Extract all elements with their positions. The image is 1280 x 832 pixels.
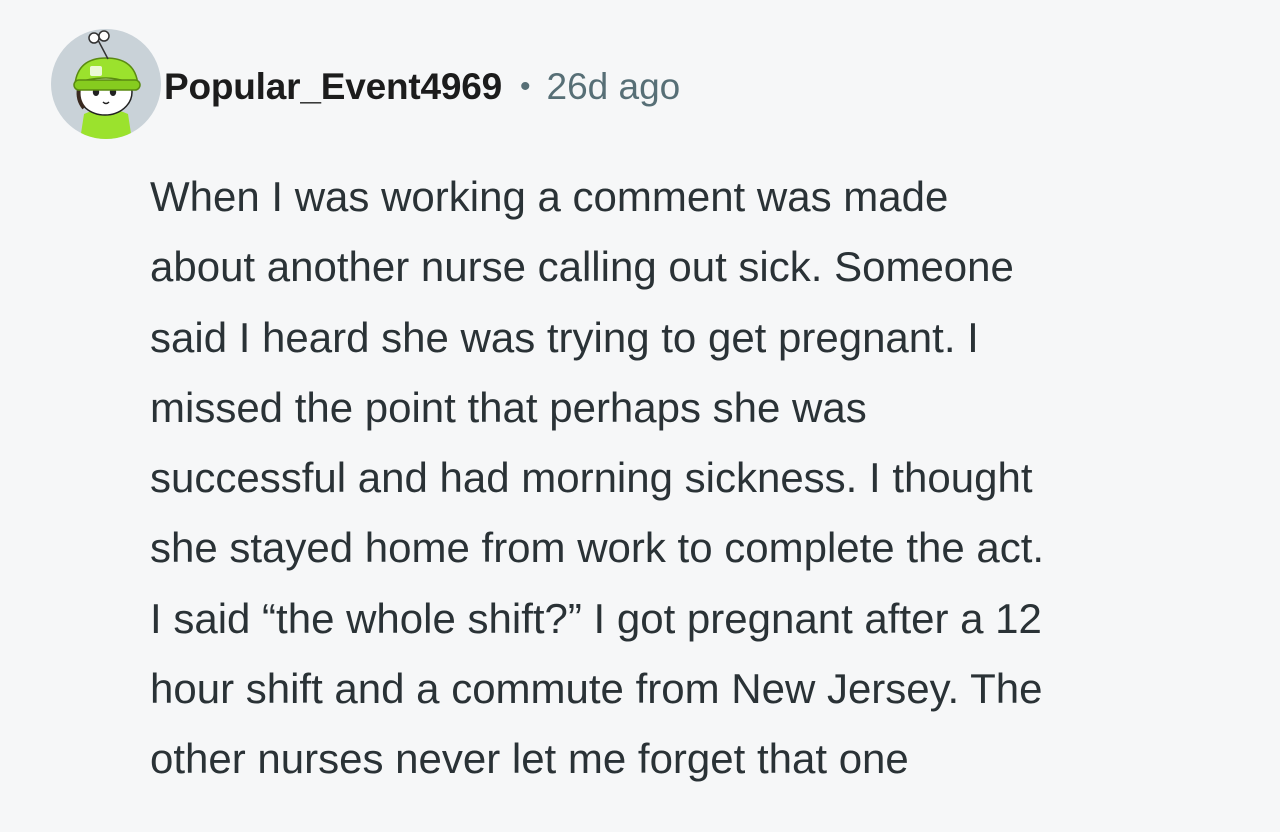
- comment-body-line: successful and had morning sickness. I t…: [150, 454, 1033, 502]
- comment-body-line: about another nurse calling out sick. So…: [150, 243, 1014, 291]
- comment-body: When I was working a comment was made ab…: [150, 162, 1260, 795]
- comment-body-line: When I was working a comment was made: [150, 173, 949, 220]
- meta-separator: •: [519, 70, 531, 103]
- comment-body-line: said I heard she was trying to get pregn…: [150, 313, 979, 361]
- comment-header: Popular_Event4969 • 26d ago: [164, 62, 680, 112]
- comment-body-line: hour shift and a commute from New Jersey…: [150, 665, 1043, 713]
- comment-timestamp[interactable]: 26d ago: [547, 66, 681, 108]
- username-link[interactable]: Popular_Event4969: [164, 66, 502, 108]
- user-avatar-icon[interactable]: [50, 28, 162, 140]
- comment-body-line: I said “the whole shift?” I got pregnant…: [150, 594, 1042, 642]
- comment-body-line: other nurses never let me forget that on…: [150, 735, 909, 783]
- comment: Popular_Event4969 • 26d ago When I was w…: [0, 0, 1280, 832]
- comment-body-line: missed the point that perhaps she was: [150, 383, 867, 431]
- comment-body-line: she stayed home from work to complete th…: [150, 524, 1045, 572]
